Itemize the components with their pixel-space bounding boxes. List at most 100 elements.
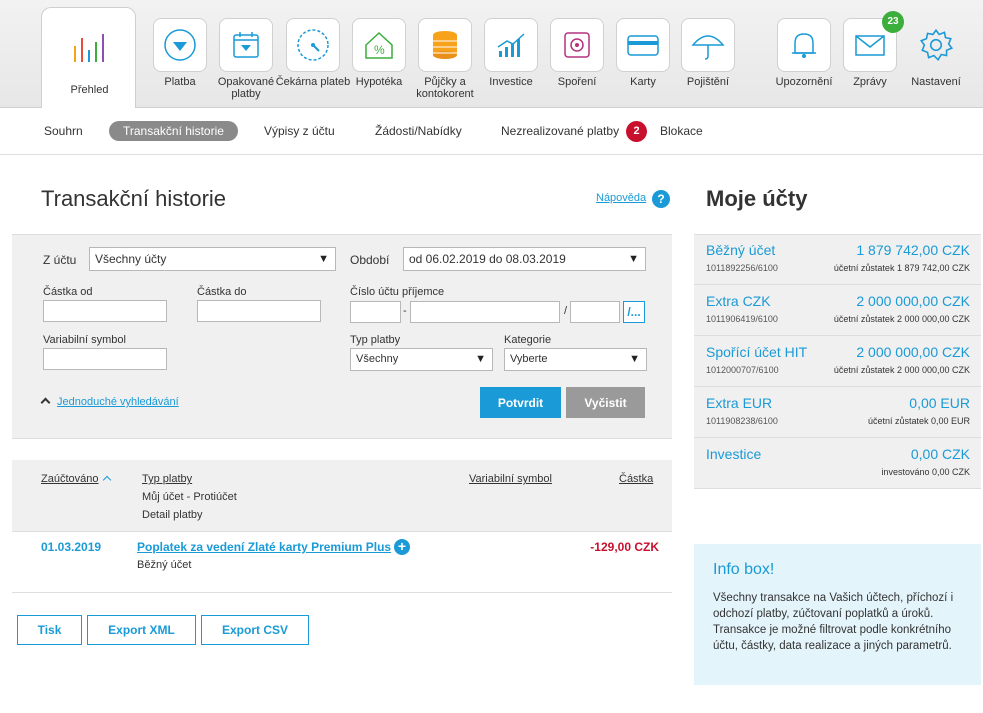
info-box: Info box! Všechny transakce na Vašich úč… (694, 544, 981, 685)
info-box-title: Info box! (713, 561, 775, 578)
account-item[interactable]: Extra CZK 2 000 000,00 CZK 1011906419/61… (694, 285, 981, 336)
tab-blocks[interactable]: Blokace (660, 124, 703, 138)
tab-transaction-history[interactable]: Transakční historie (109, 121, 238, 141)
dial-icon (297, 29, 329, 61)
chevron-down-icon: ▼ (628, 253, 639, 265)
account-item[interactable]: Extra EUR 0,00 EUR 1011908238/6100 účetn… (694, 387, 981, 438)
tab-unrealized-payments[interactable]: Nezrealizované platby (501, 124, 619, 138)
sub-navigation: Souhrn Transakční historie Výpisy z účtu… (0, 109, 983, 155)
tab-requests-offers[interactable]: Žádosti/Nabídky (375, 124, 462, 138)
payment-type-value: Všechny (356, 353, 399, 365)
recipient-bank-code-input[interactable] (570, 301, 620, 323)
gear-icon (919, 28, 954, 62)
amount-from-label: Částka od (43, 286, 93, 298)
nav-item-messages[interactable]: 23 Zprávy (843, 11, 904, 88)
payment-type-label: Typ platby (350, 334, 401, 346)
period-select[interactable]: od 06.02.2019 do 08.03.2019 ▼ (403, 247, 646, 271)
from-account-label: Z účtu (43, 253, 77, 267)
tab-statements[interactable]: Výpisy z účtu (264, 124, 335, 138)
calendar-icon (233, 32, 259, 58)
divider (12, 592, 672, 593)
messages-count-badge: 23 (882, 11, 904, 33)
tab-summary[interactable]: Souhrn (44, 124, 83, 138)
amount-to-label: Částka do (197, 286, 247, 298)
account-number: 1011906419/6100 (706, 314, 778, 324)
chevron-down-icon: ▼ (475, 353, 486, 365)
print-button[interactable]: Tisk (17, 615, 82, 645)
confirm-button[interactable]: Potvrdit (480, 387, 561, 418)
nav-item-insurance[interactable]: Pojištění (681, 18, 735, 88)
browse-accounts-button[interactable]: /... (623, 301, 645, 323)
account-name: Běžný účet (706, 242, 776, 258)
nav-item-notifications[interactable]: Upozornění (776, 18, 832, 88)
account-name: Extra CZK (706, 293, 771, 309)
variable-symbol-input[interactable] (43, 348, 167, 370)
account-name: Extra EUR (706, 395, 773, 411)
house-percent-icon: % (365, 31, 393, 59)
recipient-slash: / (564, 305, 568, 317)
card-icon (627, 35, 659, 56)
growth-chart-icon (497, 33, 525, 57)
help-link[interactable]: Nápověda (596, 192, 646, 204)
payment-type-select[interactable]: Všechny ▼ (350, 348, 493, 371)
col-type-sub1: Můj účet - Protiúčet (142, 491, 237, 503)
page-title: Transakční historie (41, 186, 227, 211)
export-xml-button[interactable]: Export XML (87, 615, 196, 645)
help-icon[interactable]: ? (652, 190, 670, 208)
account-balance: 1 879 742,00 CZK (856, 242, 970, 258)
nav-item-investments[interactable]: Investice (484, 18, 538, 88)
bell-icon (792, 33, 816, 58)
nav-item-settings[interactable]: Nastavení (909, 18, 963, 88)
recipient-number-input[interactable] (410, 301, 560, 323)
account-name: Spořící účet HIT (706, 344, 808, 360)
category-select[interactable]: Vyberte ▼ (504, 348, 647, 371)
svg-text:%: % (374, 43, 385, 57)
account-balance: 2 000 000,00 CZK (856, 344, 970, 360)
account-note: účetní zůstatek 2 000 000,00 CZK (833, 365, 970, 375)
col-vs-header[interactable]: Variabilní symbol (469, 473, 552, 485)
coins-icon (433, 31, 457, 59)
nav-item-recurring-payments[interactable]: Opakované platby (218, 18, 274, 100)
amount-to-input[interactable] (197, 300, 321, 322)
table-header (12, 460, 672, 532)
amount-from-input[interactable] (43, 300, 167, 322)
chevron-down-icon: ▼ (629, 353, 640, 365)
nav-item-overview[interactable]: Přehled (41, 7, 136, 108)
expand-plus-icon[interactable]: + (394, 539, 410, 555)
simple-search-link[interactable]: Jednoduché vyhledávání (57, 396, 179, 408)
nav-item-cards[interactable]: Karty (616, 18, 670, 88)
account-number: 1012000707/6100 (706, 365, 779, 375)
col-booked-header[interactable]: Zaúčtováno (41, 473, 98, 485)
account-number: 1011892256/6100 (706, 263, 778, 273)
clear-button[interactable]: Vyčistit (566, 387, 645, 418)
col-type-header[interactable]: Typ platby (142, 473, 192, 485)
account-note: investováno 0,00 CZK (881, 467, 970, 477)
nav-item-label: Přehled (70, 84, 109, 96)
account-note: účetní zůstatek 2 000 000,00 CZK (833, 314, 970, 324)
account-name: Investice (706, 446, 762, 462)
account-note: účetní zůstatek 0,00 EUR (867, 416, 970, 426)
account-balance: 2 000 000,00 CZK (856, 293, 970, 309)
nav-item-mortgage[interactable]: % Hypotéka (352, 18, 406, 88)
col-amount-header[interactable]: Částka (619, 473, 653, 485)
account-item[interactable]: Spořící účet HIT 2 000 000,00 CZK 101200… (694, 336, 981, 387)
recipient-prefix-input[interactable] (350, 301, 401, 323)
chevron-down-icon: ▼ (318, 253, 329, 265)
export-csv-button[interactable]: Export CSV (201, 615, 309, 645)
row-amount: -129,00 CZK (590, 540, 659, 554)
nav-item-label: Pojištění (686, 76, 730, 88)
nav-item-loans[interactable]: Půjčky a kontokorent (416, 18, 474, 100)
umbrella-icon (691, 35, 725, 60)
row-description-link[interactable]: Poplatek za vedení Zlaté karty Premium P… (137, 540, 391, 554)
account-item[interactable]: Běžný účet 1 879 742,00 CZK 1011892256/6… (694, 234, 981, 285)
from-account-select[interactable]: Všechny účty ▼ (89, 247, 336, 271)
nav-item-savings[interactable]: Spoření (550, 18, 604, 88)
account-balance: 0,00 EUR (909, 395, 970, 411)
nav-item-payment[interactable]: Platba (153, 18, 207, 88)
account-number: 1011908238/6100 (706, 416, 778, 426)
account-item[interactable]: Investice 0,00 CZK investováno 0,00 CZK (694, 438, 981, 489)
nav-item-payment-queue[interactable]: Čekárna plateb (276, 18, 350, 88)
row-account: Běžný účet (137, 559, 192, 571)
account-note: účetní zůstatek 1 879 742,00 CZK (833, 263, 970, 273)
safe-icon (564, 32, 590, 58)
